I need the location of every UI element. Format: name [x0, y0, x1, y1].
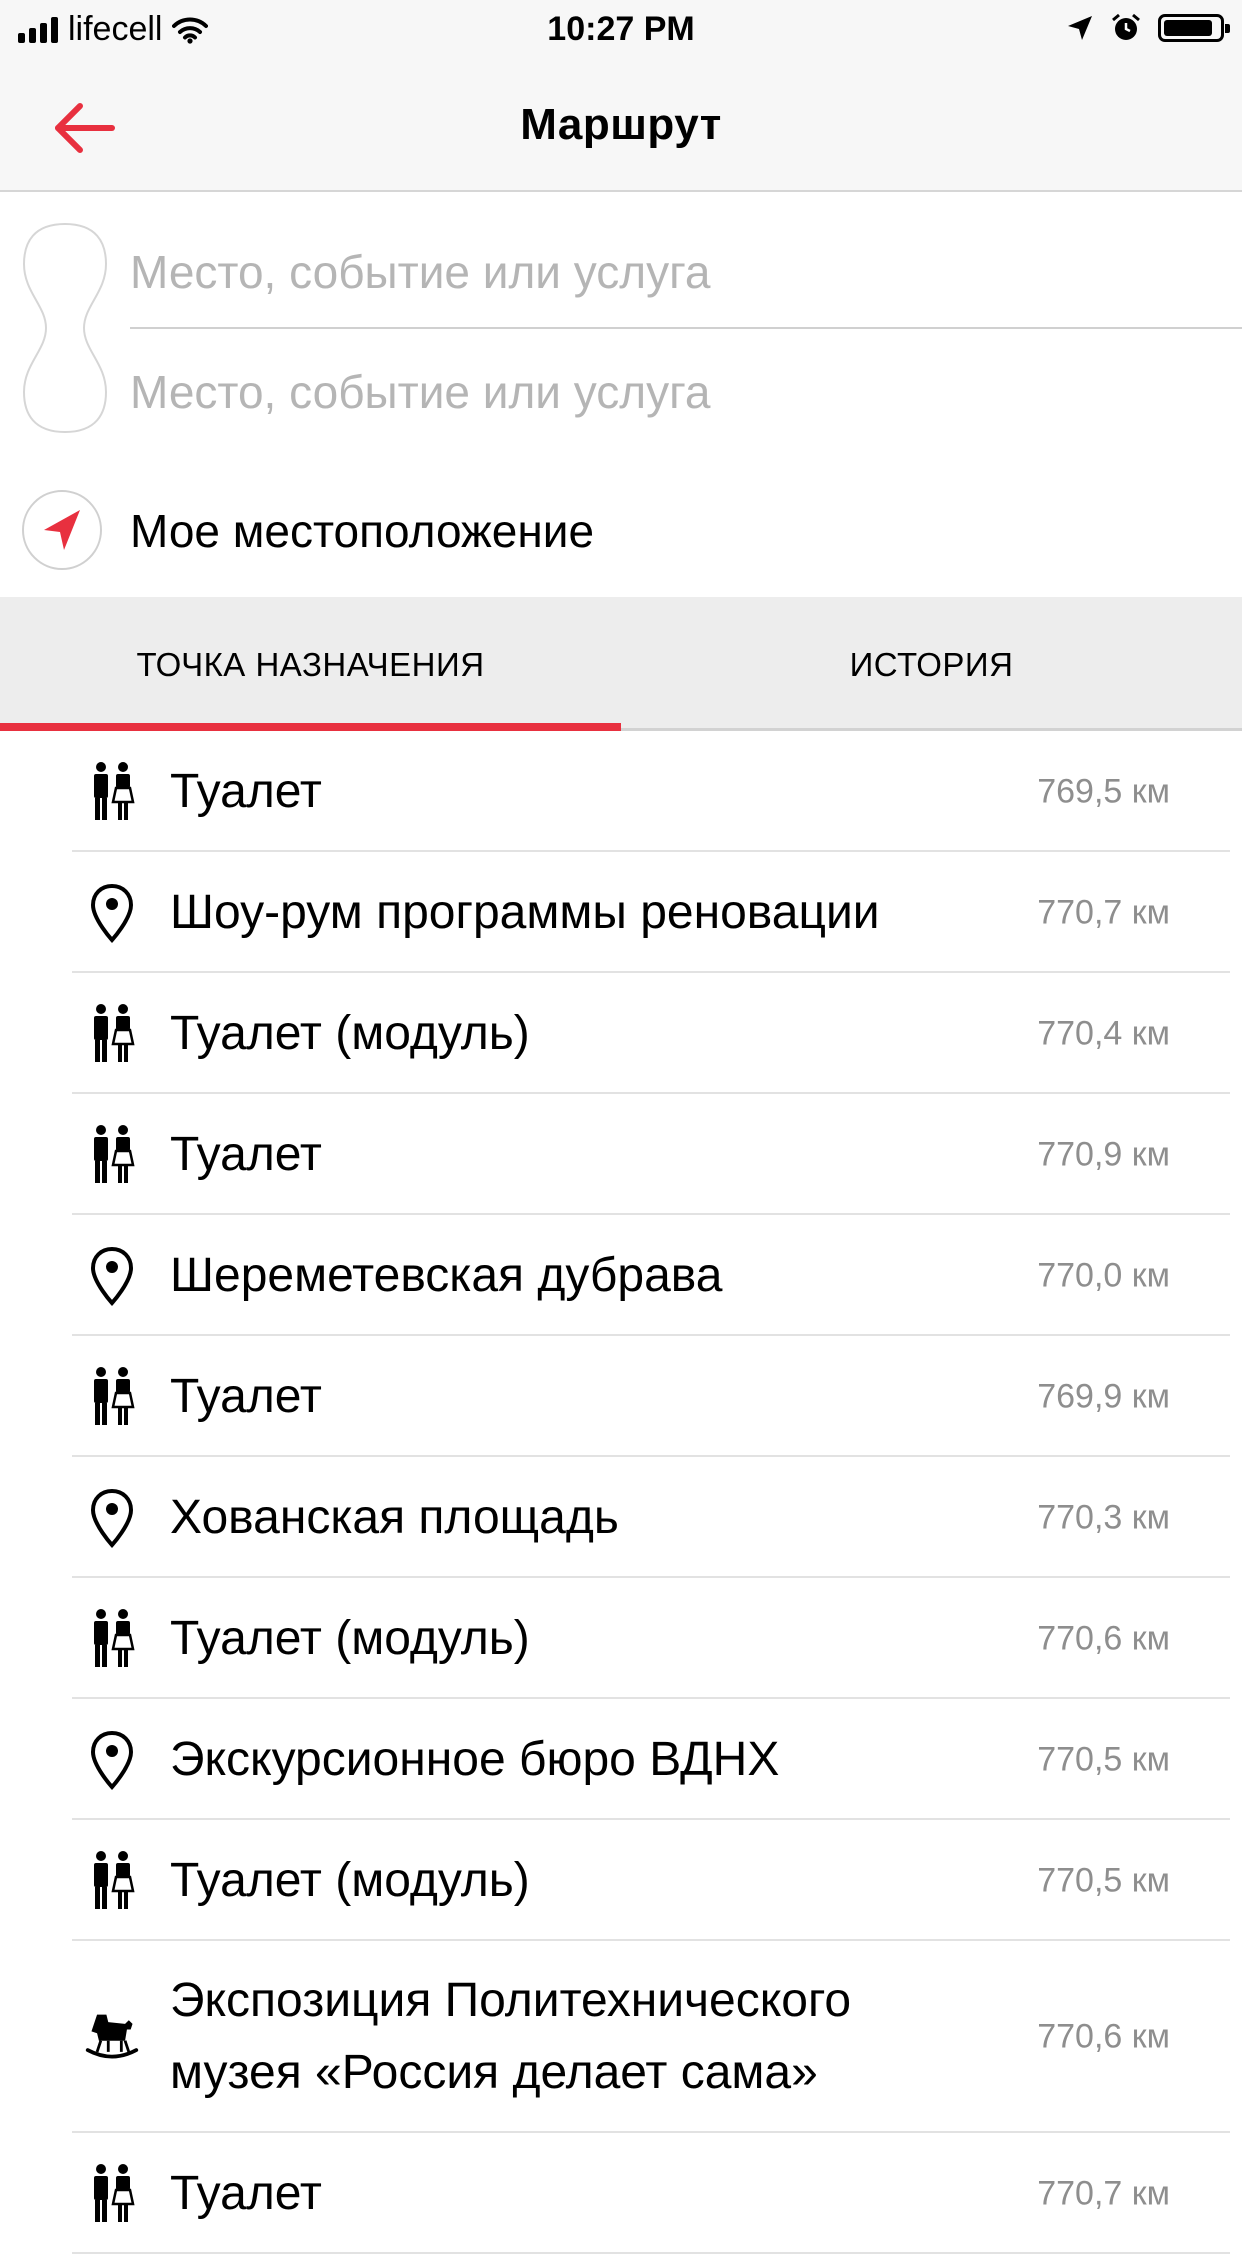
list-item-name: Туалет: [170, 2166, 322, 2220]
list-item[interactable]: Шереметевская дубрава 770,0 км: [0, 1215, 1242, 1336]
list-item-name: Туалет: [170, 1369, 322, 1423]
list-item-name: Туалет: [170, 764, 322, 818]
page-title: Маршрут: [520, 100, 722, 149]
list-item[interactable]: Экспозиция Политехнического музея «Росси…: [0, 1941, 1242, 2133]
list-item-distance: 770,6 км: [1037, 1619, 1170, 1657]
location-arrow-icon: [1068, 16, 1092, 40]
map-pin-icon: [84, 882, 140, 944]
my-location-circle: [22, 490, 102, 570]
restroom-icon: [84, 1124, 140, 1186]
list-item-distance: 770,0 км: [1037, 1256, 1170, 1294]
restroom-icon: [84, 1850, 140, 1912]
navigation-bar: Маршрут: [0, 62, 1242, 192]
restroom-icon: [84, 1003, 140, 1065]
destination-input[interactable]: Место, событие или услуга: [130, 337, 1242, 447]
list-item[interactable]: Туалет 769,9 км: [0, 1336, 1242, 1457]
list-item-distance: 769,5 км: [1037, 772, 1170, 810]
list-item[interactable]: Экскурсионное бюро ВДНХ 770,5 км: [0, 1699, 1242, 1820]
list-item-distance: 770,5 км: [1037, 1861, 1170, 1899]
status-bar-right: [1066, 12, 1230, 44]
list-item[interactable]: Туалет (модуль) 770,4 км: [0, 973, 1242, 1094]
list-item-name: Туалет (модуль): [170, 1611, 530, 1665]
my-location-label: Мое местоположение: [130, 505, 595, 557]
list-item-distance: 770,7 км: [1037, 2174, 1170, 2212]
tab-bar: ТОЧКА НАЗНАЧЕНИЯ ИСТОРИЯ: [0, 597, 1242, 731]
tab-destination[interactable]: ТОЧКА НАЗНАЧЕНИЯ: [0, 597, 621, 728]
origin-input[interactable]: Место, событие или услуга: [130, 217, 1242, 329]
tab-history[interactable]: ИСТОРИЯ: [621, 597, 1242, 728]
alarm-icon: [1112, 13, 1140, 40]
restroom-icon: [84, 2163, 140, 2225]
restroom-icon: [84, 761, 140, 823]
list-item-name: Экскурсионное бюро ВДНХ: [170, 1732, 780, 1786]
list-item-name: Туалет: [170, 1127, 322, 1181]
list-item[interactable]: Туалет (модуль) 770,5 км: [0, 1820, 1242, 1941]
status-bar: lifecell 10:27 PM: [0, 0, 1242, 62]
list-item-name: Экспозиция Политехнического музея «Росси…: [170, 1974, 852, 2099]
destination-list: Туалет 769,5 км Шоу-рум программы реноваци…: [0, 731, 1242, 2254]
list-item-distance: 770,4 км: [1037, 1014, 1170, 1052]
route-connector-icon: [22, 222, 108, 434]
list-item-name: Туалет (модуль): [170, 1006, 530, 1060]
restroom-icon: [84, 1608, 140, 1670]
list-item[interactable]: Хованская площадь 770,3 км: [0, 1457, 1242, 1578]
map-pin-icon: [84, 1487, 140, 1549]
list-item[interactable]: Туалет 769,5 км: [0, 731, 1242, 852]
list-item-distance: 769,9 км: [1037, 1377, 1170, 1415]
list-item-name: Туалет (модуль): [170, 1853, 530, 1907]
restroom-icon: [84, 1366, 140, 1428]
battery-icon: [1158, 14, 1230, 42]
map-pin-icon: [84, 1729, 140, 1791]
list-item[interactable]: Туалет 770,9 км: [0, 1094, 1242, 1215]
list-item-name: Хованская площадь: [170, 1490, 619, 1544]
map-pin-icon: [84, 1245, 140, 1307]
my-location-button[interactable]: Мое местоположение: [22, 490, 1222, 576]
status-time: 10:27 PM: [547, 10, 695, 48]
list-item-distance: 770,9 км: [1037, 1135, 1170, 1173]
list-item-distance: 770,7 км: [1037, 893, 1170, 931]
list-item-name: Шереметевская дубрава: [170, 1248, 723, 1302]
list-item-distance: 770,3 км: [1037, 1498, 1170, 1536]
list-item-distance: 770,5 км: [1037, 1740, 1170, 1778]
list-item[interactable]: Туалет (модуль) 770,6 км: [0, 1578, 1242, 1699]
navigation-arrow-icon: [44, 510, 80, 550]
list-item-name: Шоу-рум программы реновации: [170, 885, 880, 939]
rocking-horse-icon: [84, 2006, 140, 2068]
list-item[interactable]: Шоу-рум программы реновации 770,7 км: [0, 852, 1242, 973]
route-inputs: Место, событие или услуга Место, событие…: [0, 192, 1242, 612]
list-item[interactable]: Туалет 770,7 км: [0, 2133, 1242, 2254]
list-item-distance: 770,6 км: [1037, 2017, 1170, 2056]
active-tab-indicator: [0, 723, 621, 731]
